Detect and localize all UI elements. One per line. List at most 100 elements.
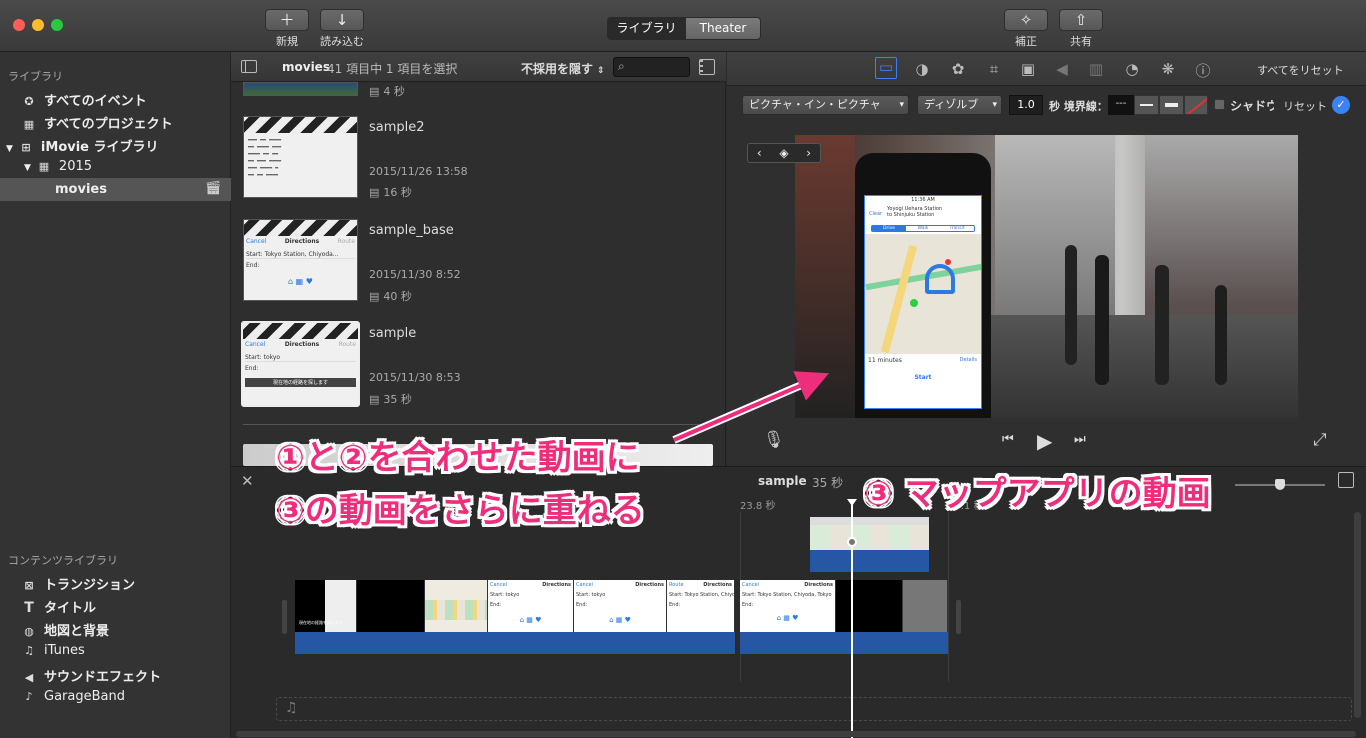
- sidebar-item-2015[interactable]: ▼ ▦ 2015: [24, 159, 92, 174]
- clip-thumbnail-sample-base[interactable]: Cancel Directions Route Start: Tokyo Stati…: [243, 219, 358, 301]
- dropdown-arrow-icon: ▾: [899, 100, 904, 110]
- timeline-vertical-scrollbar[interactable]: [1354, 512, 1361, 718]
- border-color-button[interactable]: [1184, 95, 1208, 115]
- music-track[interactable]: ♫: [276, 697, 1352, 721]
- zoom-window-button[interactable]: [51, 19, 63, 31]
- timeline-horizontal-scrollbar[interactable]: [236, 731, 1356, 737]
- border-thin-button[interactable]: [1134, 95, 1159, 115]
- import-label: 読み込む: [320, 35, 364, 48]
- shadow-checkbox[interactable]: [1214, 99, 1225, 110]
- library-tab[interactable]: ライブラリ: [607, 17, 686, 40]
- reset-all-button[interactable]: すべてをリセット: [1257, 62, 1344, 78]
- border-none-button[interactable]: ---: [1108, 95, 1134, 115]
- sidebar-item-sound-effects[interactable]: ◀ サウンドエフェクト: [22, 666, 161, 685]
- volume-icon[interactable]: ◀: [1051, 60, 1073, 78]
- color-balance-icon[interactable]: ◑: [911, 60, 933, 78]
- clip-name-sample-base: sample_base: [369, 223, 454, 238]
- clip-thumbnail-partial[interactable]: [243, 82, 358, 96]
- stabilization-camera-icon[interactable]: ▣: [1017, 60, 1039, 78]
- duration-input[interactable]: 1.0: [1009, 95, 1043, 115]
- storyline-frame[interactable]: 現在地の経路を探します: [295, 580, 357, 632]
- import-button[interactable]: ↓: [320, 9, 364, 31]
- storyline-frame[interactable]: Route Directions Start: Tokyo Station, Chi…: [667, 580, 735, 632]
- skip-back-icon[interactable]: ⏮︎: [1002, 432, 1014, 447]
- magic-wand-icon: ✧: [1019, 11, 1033, 29]
- close-window-button[interactable]: [13, 19, 25, 31]
- play-icon[interactable]: ▶: [1037, 429, 1052, 453]
- apply-checkmark-icon[interactable]: ✓: [1332, 96, 1350, 114]
- storyline-frame[interactable]: [425, 580, 488, 632]
- search-input[interactable]: ⌕: [613, 57, 690, 77]
- sidebar-item-titles[interactable]: T タイトル: [22, 597, 96, 616]
- library-header: ライブラリ: [8, 70, 63, 83]
- reset-button[interactable]: リセット: [1283, 98, 1327, 114]
- speed-icon[interactable]: ◔: [1121, 60, 1143, 78]
- adjustment-toolbar: ▭ ◑ ✿ ⌗ ▣ ◀ ▥ ◔ ❋ ⓘ すべてをリセット: [727, 52, 1366, 86]
- video-overlay-settings-icon[interactable]: ▭: [875, 57, 897, 79]
- browser-title: movies: [282, 60, 330, 74]
- new-button[interactable]: ＋: [265, 9, 309, 31]
- info-icon[interactable]: ⓘ: [1192, 60, 1214, 81]
- storyline-frame[interactable]: Cancel Directions Start: tokyo End: ⌂ ▦ ♥: [488, 580, 574, 632]
- transition-dropdown[interactable]: ディゾルブ ▾: [917, 95, 1002, 115]
- sidebar-item-imovie-library[interactable]: ▼ ⊞ iMovie ライブラリ: [6, 136, 159, 155]
- storyline-frame[interactable]: Cancel Directions Start: Tokyo Station, Ch…: [740, 580, 836, 632]
- project-name: sample: [758, 474, 807, 488]
- clip-thumbnail-sample-selected[interactable]: Cancel Directions Route Start: tokyo End: …: [241, 321, 360, 407]
- sidebar-item-all-events[interactable]: ✪ すべてのイベント: [22, 90, 146, 109]
- minimize-window-button[interactable]: [32, 19, 44, 31]
- overlay-nav-control[interactable]: ‹ ◈ ›: [747, 143, 821, 163]
- music-note-icon: ♫: [285, 700, 298, 716]
- clip-thumbnail-sample2[interactable]: ▬▬▬ ▬▬ ▬▬▬▬ ▬▬ ▬▬▬▬ ▬▬▬ ▬▬▬▬ ▬▬ ▬▬ ▬▬ ▬▬▬ ▬…: [243, 116, 358, 198]
- storyline-audio-1[interactable]: [295, 632, 735, 654]
- theater-tab[interactable]: Theater: [685, 17, 761, 40]
- zoom-slider[interactable]: [1235, 479, 1325, 490]
- clip-browser: movies 41 項目中 1 項目を選択 不採用を隠す ⇕ ⌕ ▤ 4 秒 ▬▬▬…: [231, 52, 726, 466]
- filmstrip-view-icon[interactable]: [699, 59, 715, 75]
- sidebar-item-movies[interactable]: movies 🎬︎: [0, 178, 231, 201]
- close-timeline-icon[interactable]: ✕: [241, 472, 254, 490]
- sidebar-item-transitions[interactable]: ⊠ トランジション: [22, 574, 135, 593]
- adjust-label: 補正: [1015, 35, 1037, 48]
- storyline-frame[interactable]: [836, 580, 948, 632]
- grid-icon: ⊞: [21, 141, 31, 154]
- playhead-skimmer: [847, 537, 857, 547]
- equalizer-icon[interactable]: ▥: [1085, 60, 1107, 78]
- sidebar: ライブラリ ✪ すべてのイベント ▦ すべてのプロジェクト ▼ ⊞ iMovie ライブ…: [0, 52, 231, 738]
- keyframe-icon[interactable]: ◈: [779, 146, 788, 160]
- overlay-type-dropdown[interactable]: ピクチャ・イン・ピクチャ ▾: [742, 95, 909, 115]
- filmstrip-icon: ▤: [369, 290, 380, 303]
- filmstrip-icon: ▤: [369, 85, 380, 98]
- overlay-clip-thumbnails[interactable]: [810, 517, 929, 550]
- share-icon: ⇧: [1074, 11, 1088, 29]
- border-thick-button[interactable]: [1159, 95, 1184, 115]
- chevron-right-icon[interactable]: ›: [806, 146, 811, 160]
- skip-forward-icon[interactable]: ⏭︎: [1074, 432, 1086, 447]
- storyline-frame[interactable]: [357, 580, 425, 632]
- share-button[interactable]: ⇧: [1059, 9, 1103, 31]
- timeline-filmstrip-icon[interactable]: [1338, 472, 1354, 488]
- hide-rejected-dropdown[interactable]: 不採用を隠す ⇕: [521, 60, 605, 77]
- clip-filter-icon[interactable]: ❋: [1157, 60, 1179, 78]
- disclosure-down-icon: ▼: [24, 163, 31, 173]
- fullscreen-icon[interactable]: ⤢: [1313, 430, 1327, 450]
- sidebar-item-all-projects[interactable]: ▦ すべてのプロジェクト: [22, 113, 173, 132]
- phone-overlay[interactable]: 11:36 AM Clear Yoyogi Uehara Station to S…: [855, 153, 991, 418]
- sidebar-item-maps[interactable]: ◍ 地図と背景: [22, 620, 109, 639]
- adjust-button[interactable]: ✧: [1004, 9, 1048, 31]
- zoom-slider-thumb[interactable]: [1275, 479, 1285, 490]
- chevron-left-icon[interactable]: ‹: [757, 146, 762, 160]
- calendar-icon: ▦: [38, 160, 50, 173]
- browser-divider: [243, 424, 713, 425]
- storyline-audio-2[interactable]: [740, 632, 948, 654]
- color-palette-icon[interactable]: ✿: [947, 60, 969, 78]
- phone-map: [865, 234, 981, 354]
- crop-icon[interactable]: ⌗: [983, 60, 1005, 78]
- sidebar-item-itunes[interactable]: ♫ iTunes: [22, 643, 85, 658]
- storyline-frame[interactable]: Cancel Directions Start: tokyo End: ⌂ ▦ ♥: [574, 580, 667, 632]
- clip-duration-sample2: ▤ 16 秒: [369, 186, 412, 199]
- sidebar-toggle-icon[interactable]: [241, 60, 257, 73]
- search-icon: ⌕: [618, 59, 625, 73]
- sidebar-item-garageband[interactable]: ♪ GarageBand: [22, 689, 125, 704]
- overlay-clip-audio[interactable]: [810, 550, 929, 572]
